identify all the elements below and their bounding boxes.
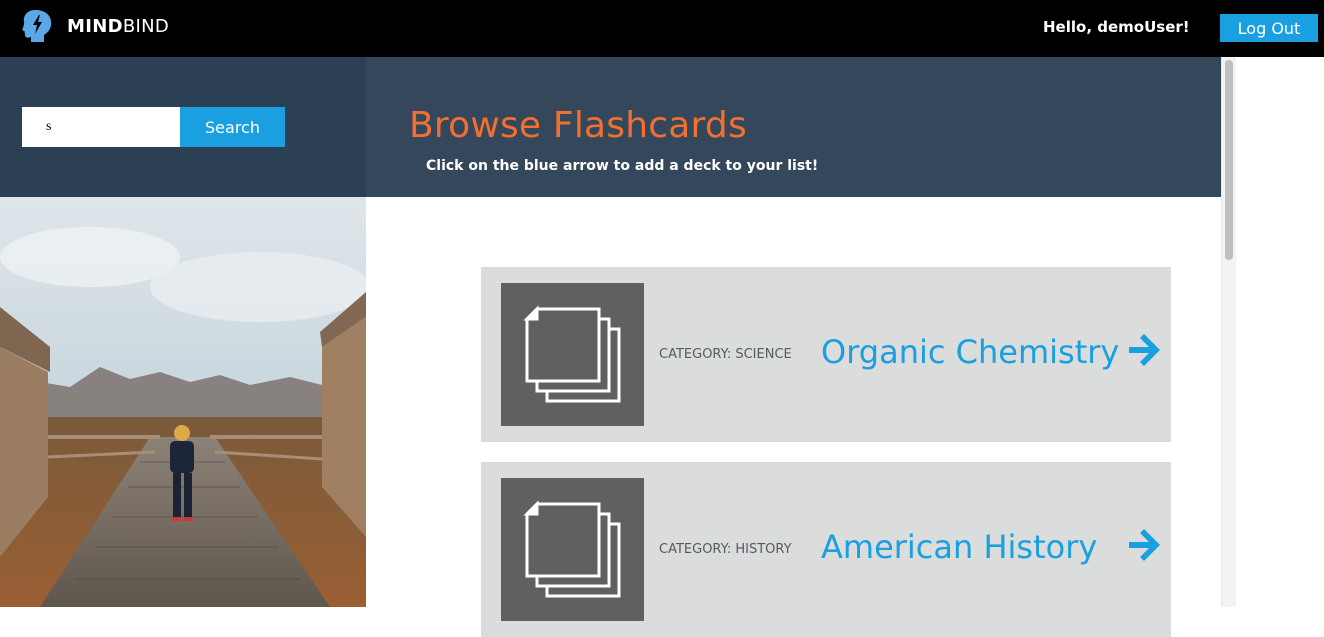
add-deck-arrow-icon[interactable] bbox=[1127, 528, 1161, 562]
search-input[interactable] bbox=[22, 107, 180, 147]
scrollbar-thumb[interactable] bbox=[1225, 60, 1233, 260]
add-deck-arrow-icon[interactable] bbox=[1127, 333, 1161, 367]
boardwalk-photo bbox=[0, 197, 366, 607]
deck-title[interactable]: Organic Chemistry bbox=[821, 333, 1119, 371]
sidebar: Search bbox=[0, 57, 366, 607]
deck-category: CATEGORY: HISTORY bbox=[659, 542, 792, 557]
page-title: Browse Flashcards bbox=[409, 105, 747, 146]
brand-name-regular: BIND bbox=[122, 16, 170, 37]
deck-title[interactable]: American History bbox=[821, 528, 1097, 566]
cards-stack-icon bbox=[501, 478, 644, 621]
deck-card: CATEGORY: HISTORY American History bbox=[481, 462, 1171, 637]
page-subtitle: Click on the blue arrow to add a deck to… bbox=[426, 158, 819, 174]
brand-name-bold: MIND bbox=[67, 16, 123, 37]
deck-category: CATEGORY: SCIENCE bbox=[659, 347, 792, 362]
top-navbar: MINDBIND Hello, demoUser! Log Out bbox=[0, 0, 1324, 57]
boardwalk-photo-image bbox=[0, 197, 366, 607]
head-lightning-logo-icon[interactable] bbox=[22, 9, 52, 42]
cards-stack-icon bbox=[501, 283, 644, 426]
user-greeting: Hello, demoUser! bbox=[1043, 18, 1190, 36]
logout-button[interactable]: Log Out bbox=[1220, 14, 1318, 42]
search-panel: Search bbox=[0, 57, 366, 197]
scrollbar[interactable] bbox=[1221, 57, 1236, 607]
deck-card: CATEGORY: SCIENCE Organic Chemistry bbox=[481, 267, 1171, 442]
search-button[interactable]: Search bbox=[180, 107, 285, 147]
brand-name[interactable]: MINDBIND bbox=[67, 16, 169, 37]
page-header: Browse Flashcards Click on the blue arro… bbox=[366, 57, 1221, 197]
